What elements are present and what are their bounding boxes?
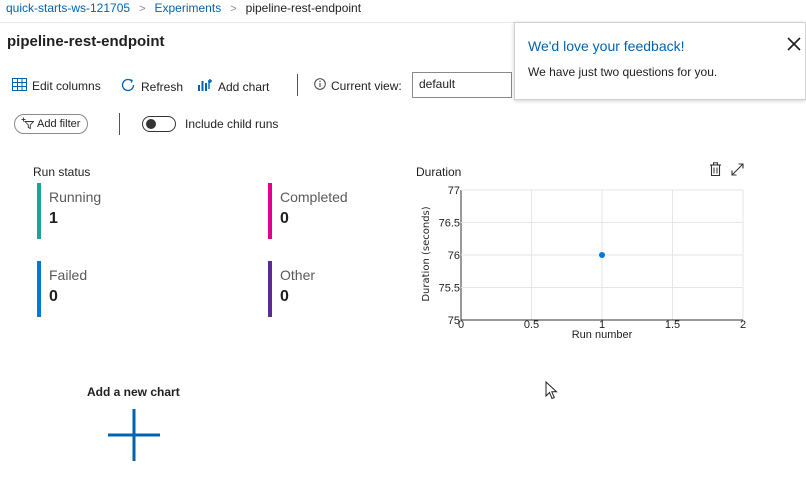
status-color-bar (37, 183, 41, 239)
toolbar-divider (297, 74, 298, 96)
y-tick-label: 76.5 (439, 218, 460, 230)
duration-chart: 0 0.5 1 1.5 27575.57676.577 Run number Durat… (421, 185, 746, 341)
chart-title: Duration (416, 165, 462, 179)
y-tick-label: 76 (448, 250, 460, 262)
feedback-title: We'd love your feedback! (528, 38, 685, 54)
x-tick-label: 0.5 (524, 319, 539, 331)
breadcrumb-workspace-link[interactable]: quick-starts-ws-121705 (6, 1, 130, 15)
edit-columns-button[interactable]: Edit columns (12, 78, 101, 94)
data-point[interactable] (599, 252, 605, 258)
mouse-cursor-icon (545, 380, 559, 404)
filter-plus-icon (21, 117, 35, 132)
include-child-runs-label: Include child runs (185, 117, 279, 131)
chevron-right-icon: > (139, 3, 146, 15)
run-status-failed: Failed 0 (37, 261, 237, 317)
y-axis-label: Duration (seconds) (421, 206, 432, 301)
status-color-bar (268, 261, 272, 317)
include-child-runs-toggle[interactable] (142, 116, 176, 132)
page-title: pipeline-rest-endpoint (7, 33, 165, 50)
table-icon (12, 78, 27, 94)
y-tick-label: 75 (448, 315, 460, 327)
add-new-chart-label: Add a new chart (87, 385, 180, 399)
close-icon[interactable] (785, 35, 803, 53)
feedback-message: We have just two questions for you. (528, 65, 718, 79)
x-axis-label: Run number (572, 329, 633, 341)
filter-divider (119, 113, 120, 135)
x-tick-label: 2 (740, 319, 746, 331)
add-new-chart-button[interactable] (106, 407, 162, 463)
add-chart-button[interactable]: Add chart (197, 78, 269, 95)
status-color-bar (37, 261, 41, 317)
current-view-label: Current view: (331, 78, 402, 93)
status-count: 0 (280, 210, 289, 227)
expand-icon[interactable] (730, 162, 745, 180)
status-label: Running (49, 189, 102, 205)
refresh-button[interactable]: Refresh (120, 77, 183, 96)
current-view-value: default (412, 72, 512, 98)
status-label: Completed (280, 189, 348, 205)
info-icon (314, 78, 326, 93)
feedback-popup: We'd love your feedback! We have just tw… (514, 22, 806, 100)
status-color-bar (268, 183, 272, 239)
edit-columns-label: Edit columns (32, 79, 101, 93)
chart-ticks: 0 0.5 1 1.5 27575.57676.577 (439, 185, 746, 331)
bar-chart-icon (197, 78, 213, 95)
status-count: 0 (49, 288, 58, 305)
breadcrumb-experiments-link[interactable]: Experiments (155, 1, 222, 15)
status-label: Other (280, 267, 316, 283)
y-tick-label: 75.5 (439, 283, 460, 295)
run-status-running: Running 1 (37, 183, 237, 239)
status-label: Failed (49, 267, 88, 283)
chart-points (599, 252, 605, 258)
run-status-title: Run status (33, 165, 91, 179)
add-chart-label: Add chart (218, 79, 270, 94)
delete-icon[interactable] (709, 162, 722, 180)
x-tick-label: 1.5 (665, 319, 680, 331)
breadcrumb-current: pipeline-rest-endpoint (245, 1, 362, 15)
refresh-label: Refresh (141, 79, 184, 94)
plus-icon (108, 409, 160, 461)
chart-actions (709, 162, 745, 180)
add-filter-button[interactable]: Add filter (14, 114, 89, 134)
breadcrumb: quick-starts-ws-121705 > Experiments > pipel… (6, 1, 361, 15)
status-count: 1 (49, 210, 58, 227)
refresh-icon (120, 77, 136, 96)
status-count: 0 (280, 288, 289, 305)
current-view-label-group: Current view: (314, 78, 402, 93)
chevron-right-icon: > (230, 3, 237, 15)
current-view-select[interactable]: default (412, 72, 512, 98)
add-filter-label: Add filter (37, 118, 81, 130)
y-tick-label: 77 (448, 185, 460, 197)
